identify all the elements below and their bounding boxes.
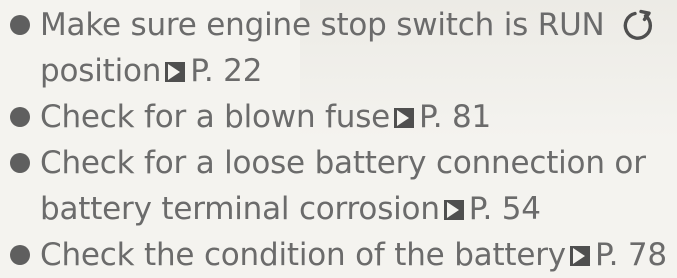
- list-item-engine-stop-switch: Make sure engine stop switch is RUN posi…: [10, 2, 675, 94]
- run-position-icon: [623, 9, 653, 40]
- troubleshooting-list: Make sure engine stop switch is RUN posi…: [10, 2, 675, 278]
- item-3-line-1: Check for a loose battery connection or: [40, 145, 646, 181]
- page-reference-icon: [165, 62, 186, 82]
- list-item-battery-condition: Check the condition of the battery P. 78: [10, 232, 675, 278]
- bullet-icon: [10, 107, 30, 127]
- page-reference-icon: [394, 108, 415, 128]
- bullet-icon: [10, 15, 30, 35]
- page-reference-icon: [443, 200, 464, 220]
- bullet-icon: [10, 153, 30, 173]
- list-item-battery-connection: Check for a loose battery connection or …: [10, 140, 675, 232]
- page-reference-22: P. 22: [190, 53, 263, 89]
- item-1-line-1: Make sure engine stop switch is RUN: [40, 7, 605, 43]
- page-reference-78: P. 78: [594, 237, 667, 273]
- page-reference-54: P. 54: [468, 191, 541, 227]
- item-3-line-2: battery terminal corrosion: [40, 191, 440, 227]
- item-4-text: Check the condition of the battery: [40, 237, 566, 273]
- item-2-text: Check for a blown fuse: [40, 99, 391, 135]
- bullet-icon: [10, 245, 30, 265]
- page-reference-81: P. 81: [419, 99, 492, 135]
- list-item-blown-fuse: Check for a blown fuse P. 81: [10, 94, 675, 140]
- page-reference-icon: [569, 246, 590, 266]
- item-1-line-2: position: [40, 53, 162, 89]
